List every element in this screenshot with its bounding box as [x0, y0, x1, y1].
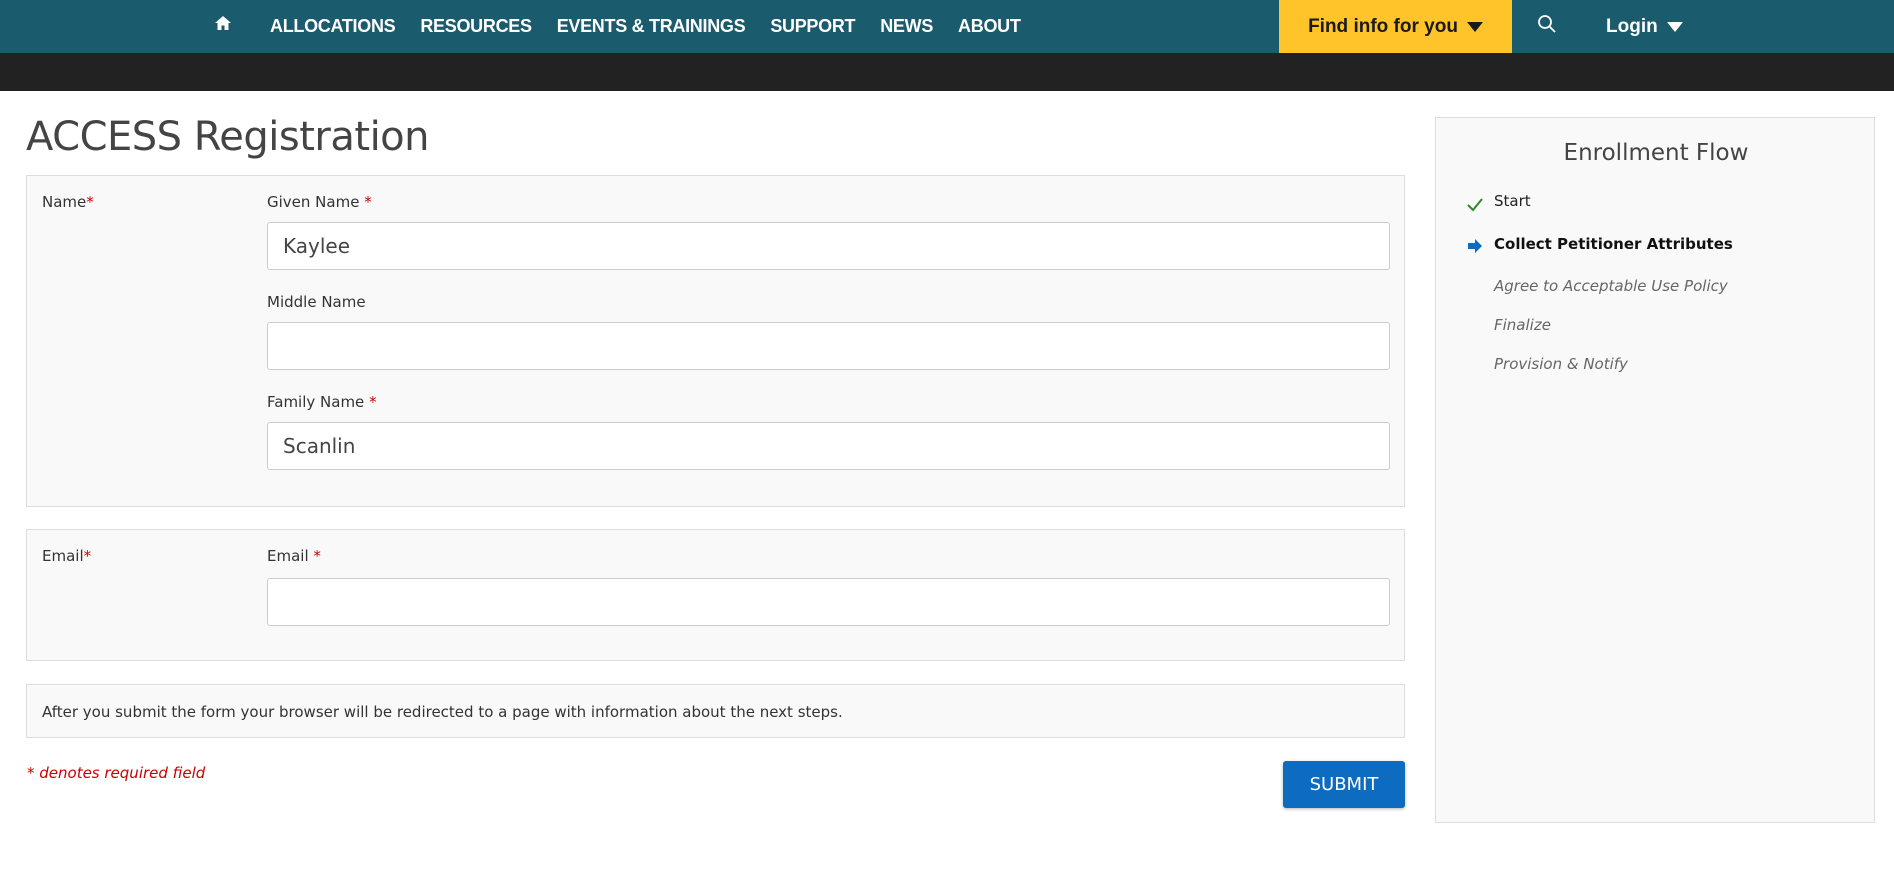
name-panel: Name* Given Name * Middle Name Family Na… — [26, 175, 1405, 507]
given-name-input[interactable] — [267, 222, 1390, 270]
email-panel: Email* Email * — [26, 529, 1405, 661]
email-label: Email * — [267, 547, 321, 565]
step-finalize: Finalize — [1494, 316, 1551, 334]
middle-name-input[interactable] — [267, 322, 1390, 370]
find-info-label: Find info for you — [1308, 15, 1458, 37]
nav-link-about[interactable]: ABOUT — [958, 16, 1021, 37]
required-field-note: * denotes required field — [27, 764, 206, 782]
nav-link-resources[interactable]: RESOURCES — [420, 16, 532, 37]
family-name-label: Family Name * — [267, 393, 377, 411]
chevron-down-icon — [1666, 21, 1683, 32]
redirect-note-panel: After you submit the form your browser w… — [26, 684, 1405, 738]
sidebar-title: Enrollment Flow — [1563, 140, 1749, 166]
name-row-label: Name* — [42, 193, 94, 211]
nav-link-support[interactable]: SUPPORT — [770, 16, 855, 37]
arrow-right-icon — [1466, 237, 1484, 255]
middle-name-label: Middle Name — [267, 293, 366, 311]
nav-link-allocations[interactable]: ALLOCATIONS — [270, 16, 396, 37]
given-name-label: Given Name * — [267, 193, 372, 211]
nav-link-events-trainings[interactable]: EVENTS & TRAININGS — [557, 16, 746, 37]
checkmark-icon — [1466, 195, 1484, 213]
login-button[interactable]: Login — [1606, 0, 1683, 53]
email-input[interactable] — [267, 578, 1390, 626]
nav-links: ALLOCATIONS RESOURCES EVENTS & TRAININGS… — [270, 0, 1046, 53]
step-provision-notify: Provision & Notify — [1494, 355, 1628, 373]
step-agree-acceptable-use: Agree to Acceptable Use Policy — [1494, 277, 1728, 295]
family-name-input[interactable] — [267, 422, 1390, 470]
home-icon[interactable] — [212, 12, 234, 34]
step-start: Start — [1494, 192, 1531, 210]
step-collect-petitioner-attributes: Collect Petitioner Attributes — [1494, 235, 1733, 253]
search-icon[interactable] — [1536, 13, 1558, 35]
login-label: Login — [1606, 15, 1658, 37]
nav-link-news[interactable]: NEWS — [880, 16, 933, 37]
chevron-down-icon — [1466, 21, 1483, 32]
top-navigation: ALLOCATIONS RESOURCES EVENTS & TRAININGS… — [0, 0, 1894, 53]
page-title: ACCESS Registration — [26, 114, 430, 160]
find-info-button[interactable]: Find info for you — [1279, 0, 1512, 53]
secondary-bar — [0, 53, 1894, 91]
redirect-note: After you submit the form your browser w… — [42, 703, 843, 721]
enrollment-flow-sidebar: Enrollment Flow Start Collect Petitioner… — [1435, 117, 1875, 823]
submit-button[interactable]: SUBMIT — [1283, 761, 1405, 808]
email-row-label: Email* — [42, 547, 92, 565]
